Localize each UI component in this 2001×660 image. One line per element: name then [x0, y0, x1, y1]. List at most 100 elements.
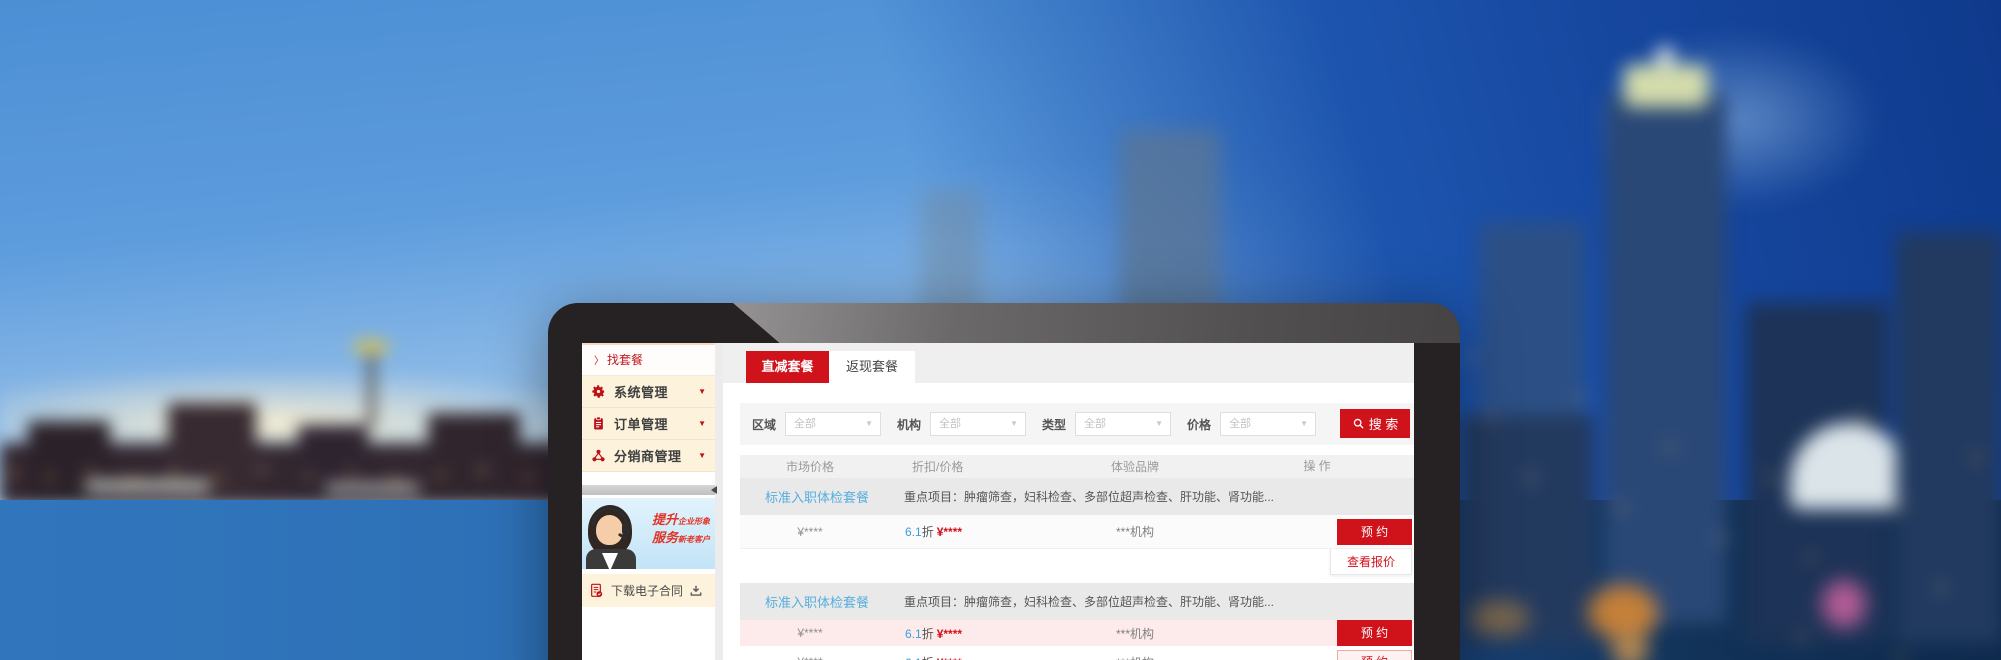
discounted-price: ¥**** [937, 525, 962, 539]
org-chart-icon [591, 448, 606, 463]
space-needle-stem [368, 353, 375, 427]
promo-line2-strong: 服务 [652, 530, 678, 545]
caret-down-icon: ▼ [865, 413, 873, 435]
caret-down-icon: ▼ [698, 387, 706, 396]
institution-select[interactable]: 全部 ▼ [930, 412, 1026, 436]
filter-label-price: 价格 [1187, 416, 1211, 433]
filter-label-institution: 机构 [897, 416, 921, 433]
brand-value: ***机构 [1050, 523, 1220, 540]
collapse-arrow-icon [711, 486, 717, 494]
sidebar-item-system-management[interactable]: 系统管理 ▼ [582, 376, 715, 408]
caret-down-icon: ▼ [698, 419, 706, 428]
discount-unit: 折 [922, 656, 934, 660]
download-contract-button[interactable]: 下载电子合同 [582, 574, 715, 607]
header-discount-price: 折扣/价格 [880, 458, 1050, 475]
find-package-label: 找套餐 [607, 353, 643, 367]
tablet-device: 〉找套餐 系统管理 ▼ 订单管理 ▼ 分销商管理 ▼ [548, 303, 1460, 660]
tab-direct-discount[interactable]: 直减套餐 [746, 351, 829, 383]
quote-row: 查看报价 [740, 549, 1414, 575]
sidebar-item-distributor-management[interactable]: 分销商管理 ▼ [582, 440, 715, 472]
building [1606, 93, 1726, 623]
caret-down-icon: ▼ [1010, 413, 1018, 435]
region-select-value: 全部 [794, 413, 816, 435]
header-market-price: 市场价格 [740, 458, 880, 475]
building [28, 421, 110, 505]
promo-line1-strong: 提升 [652, 512, 678, 527]
book-button-outline[interactable]: 预 约 [1337, 650, 1412, 660]
sidebar-item-find-package[interactable]: 〉找套餐 [582, 345, 715, 376]
download-contract-label: 下载电子合同 [611, 582, 683, 599]
view-quote-button[interactable]: 查看报价 [1330, 549, 1412, 575]
search-button-label: 搜 索 [1369, 414, 1399, 433]
market-price-value: ¥**** [740, 655, 880, 660]
package-title-row: 标准入职体检套餐 重点项目：肿瘤筛查，妇科检查、多部位超声检查、肝功能、肾功能.… [740, 583, 1414, 620]
discount-unit: 折 [922, 627, 934, 641]
sidebar-item-order-management[interactable]: 订单管理 ▼ [582, 408, 715, 440]
book-button[interactable]: 预 约 [1337, 620, 1412, 646]
sidebar-item-label: 系统管理 [614, 382, 668, 401]
space-needle-top [351, 339, 391, 355]
package-title-link[interactable]: 标准入职体检套餐 [765, 592, 869, 611]
institution-select-value: 全部 [939, 413, 961, 435]
tab-cashback[interactable]: 返现套餐 [829, 351, 915, 383]
caret-down-icon: ▼ [698, 451, 706, 460]
search-button[interactable]: 搜 索 [1340, 409, 1410, 438]
package-title-link[interactable]: 标准入职体检套餐 [765, 487, 869, 506]
app-screen: 〉找套餐 系统管理 ▼ 订单管理 ▼ 分销商管理 ▼ [582, 343, 1414, 660]
market-price-value: ¥**** [740, 525, 880, 539]
discount-price-cell: 6.1折¥**** [880, 654, 1050, 660]
discounted-price: ¥**** [937, 656, 962, 660]
contract-icon [589, 583, 605, 599]
sidebar-item-label: 订单管理 [614, 414, 668, 433]
book-button[interactable]: 预 约 [1337, 519, 1412, 545]
tab-bar: 直减套餐 返现套餐 [723, 343, 1414, 383]
tower-lit-crown [1624, 65, 1708, 107]
promo-agent-image [584, 505, 640, 569]
promo-banner[interactable]: 提升企业形象 服务新老客户 [582, 498, 715, 569]
brand-value: ***机构 [1050, 654, 1220, 660]
package-group: 标准入职体检套餐 重点项目：肿瘤筛查，妇科检查、多部位超声检查、肝功能、肾功能.… [740, 478, 1414, 575]
promo-line2-rest: 新老客户 [678, 535, 710, 544]
waterfront-lights [85, 481, 210, 491]
price-row-highlighted: ¥**** 6.1折¥**** ***机构 预 约 [740, 620, 1414, 648]
discount-number: 6.1 [905, 627, 922, 641]
clipboard-icon [591, 416, 606, 431]
discount-price-cell: 6.1折¥**** [880, 523, 1050, 540]
water-reflection [1470, 600, 1530, 636]
price-select[interactable]: 全部 ▼ [1220, 412, 1316, 436]
search-icon [1352, 417, 1365, 430]
discount-number: 6.1 [905, 525, 922, 539]
sidebar: 〉找套餐 系统管理 ▼ 订单管理 ▼ 分销商管理 ▼ [582, 343, 715, 660]
building [298, 425, 368, 505]
type-select-value: 全部 [1084, 413, 1106, 435]
type-select[interactable]: 全部 ▼ [1075, 412, 1171, 436]
headset-earcup [622, 523, 630, 535]
city-lights [10, 471, 16, 476]
discount-unit: 折 [922, 525, 934, 539]
sidebar-splitter[interactable] [582, 485, 715, 495]
discount-number: 6.1 [905, 656, 922, 660]
promo-text: 提升企业形象 服务新老客户 [652, 512, 710, 548]
city-skyline-left [0, 385, 620, 515]
price-row: ¥**** 6.1折¥**** ***机构 预 约 [740, 648, 1414, 660]
filter-label-region: 区域 [752, 416, 776, 433]
actions-cell: 预 约 [1220, 515, 1414, 548]
package-description: 重点项目：肿瘤筛查，妇科检查、多部位超声检查、肝功能、肾功能... [904, 488, 1274, 505]
sidebar-item-label: 分销商管理 [614, 446, 682, 465]
package-title-row: 标准入职体检套餐 重点项目：肿瘤筛查，妇科检查、多部位超声检查、肝功能、肾功能.… [740, 478, 1414, 515]
water-reflection [1822, 580, 1866, 628]
market-price-value: ¥**** [740, 626, 880, 640]
package-group: 标准入职体检套餐 重点项目：肿瘤筛查，妇科检查、多部位超声检查、肝功能、肾功能.… [740, 583, 1414, 660]
region-select[interactable]: 全部 ▼ [785, 412, 881, 436]
header-brand: 体验品牌 [1050, 458, 1220, 475]
actions-cell: 预 约 [1220, 620, 1414, 646]
building [428, 413, 520, 505]
main-panel: 直减套餐 返现套餐 区域 全部 ▼ 机构 全部 ▼ 类型 [723, 343, 1414, 660]
group-gap [740, 575, 1414, 583]
price-select-value: 全部 [1229, 413, 1251, 435]
download-icon [689, 584, 703, 598]
caret-down-icon: ▼ [1155, 413, 1163, 435]
chevron-right-icon: 〉 [594, 356, 604, 367]
packages-table: 市场价格 折扣/价格 体验品牌 操 作 标准入职体检套餐 重点项目：肿瘤筛查，妇… [740, 455, 1414, 660]
header-actions: 操 作 [1220, 455, 1414, 478]
